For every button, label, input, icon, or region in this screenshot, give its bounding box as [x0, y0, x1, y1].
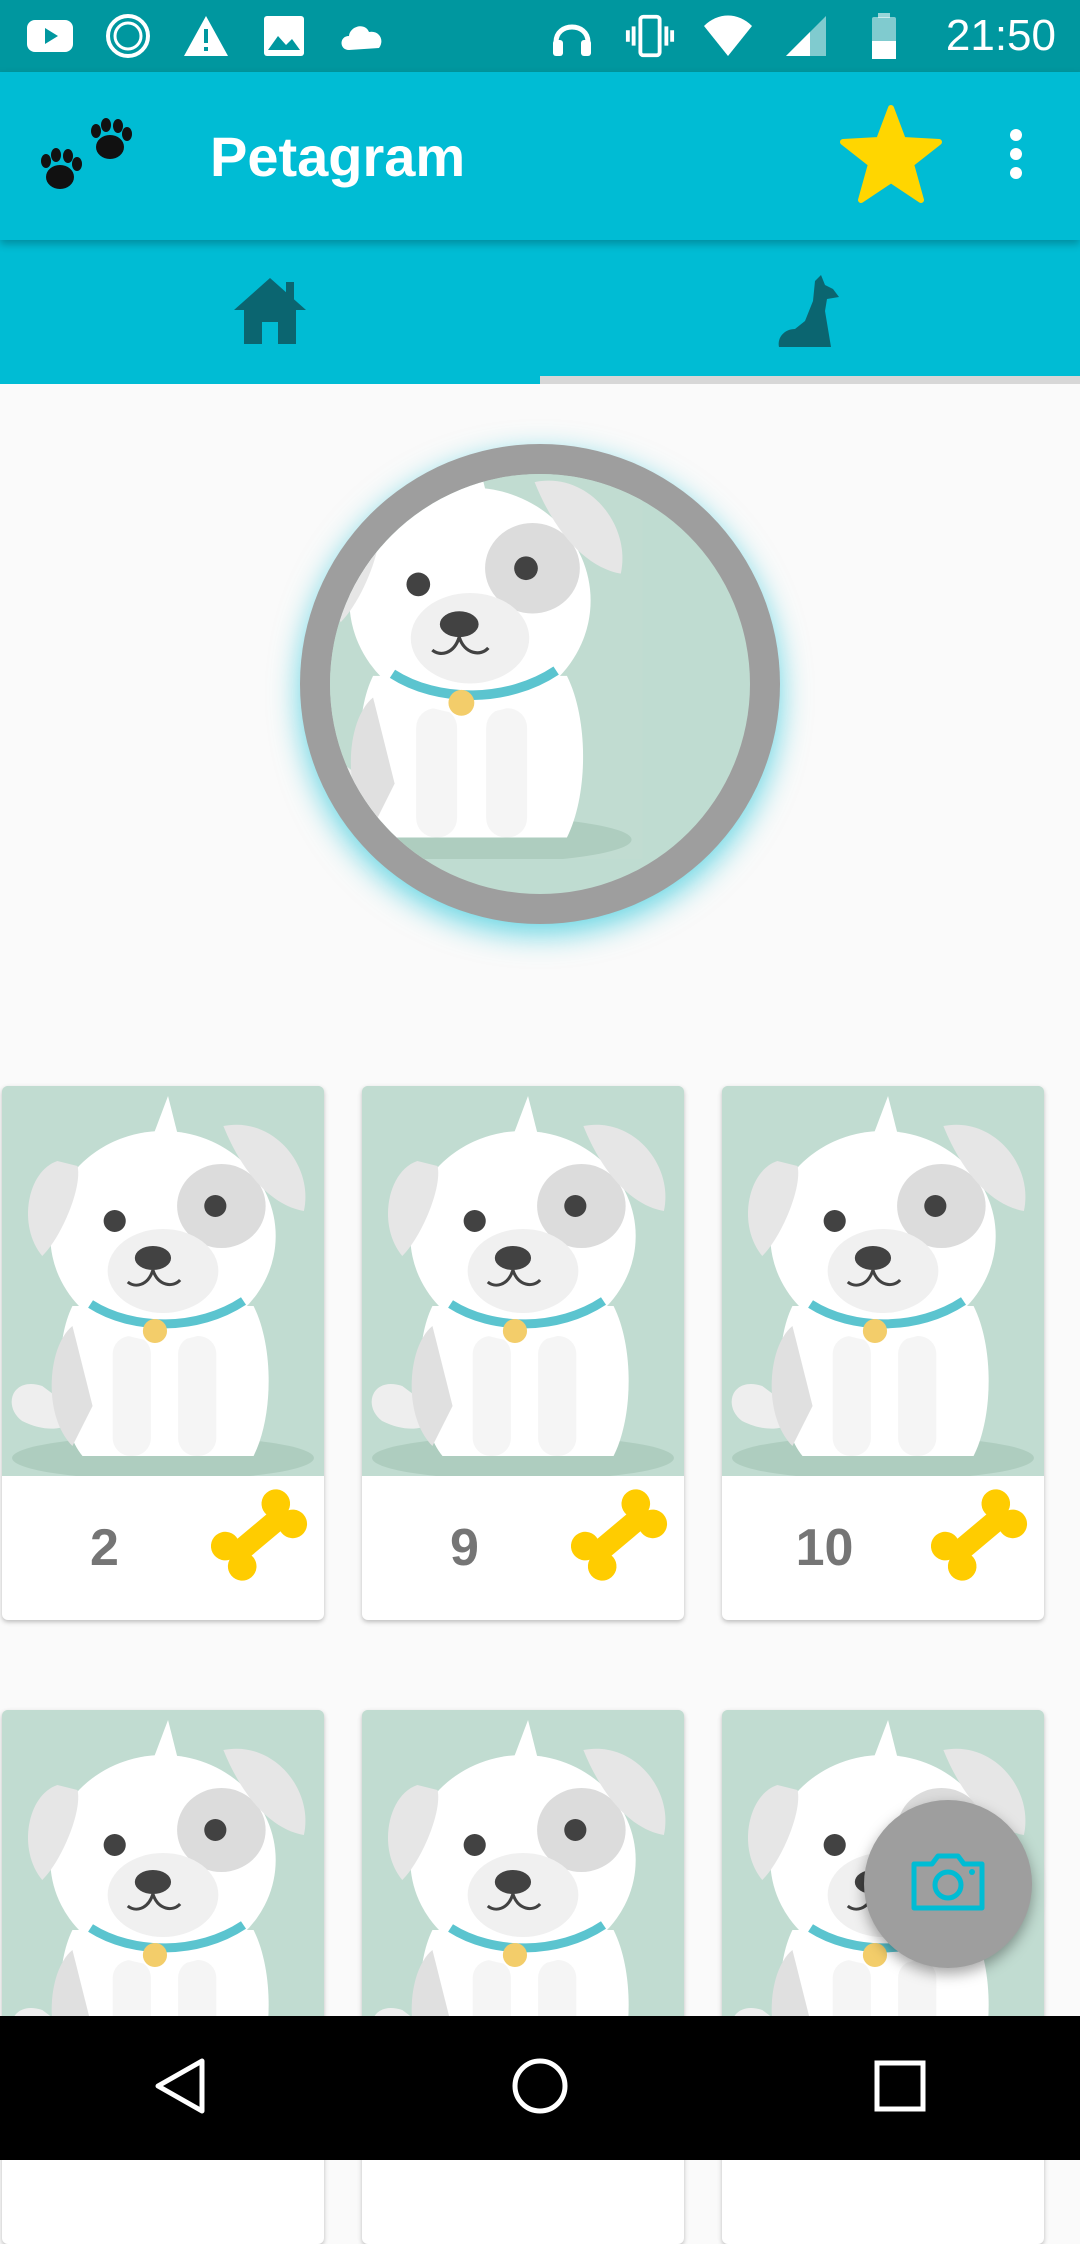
back-icon	[152, 2056, 208, 2121]
dog-icon	[775, 271, 845, 354]
vibrate-icon	[624, 10, 676, 62]
like-count: 9	[450, 1519, 479, 1577]
tab-pet-profile[interactable]	[540, 240, 1080, 384]
bone-icon[interactable]	[564, 1480, 674, 1590]
favorites-button[interactable]	[836, 101, 946, 211]
pet-photo-card[interactable]: 10	[722, 1086, 1044, 1620]
pet-photo-card[interactable]	[722, 1710, 1044, 2244]
cloud-icon	[336, 10, 388, 62]
back-button[interactable]	[120, 2028, 240, 2148]
warning-icon	[180, 10, 232, 62]
camera-fab-button[interactable]	[864, 1800, 1032, 1968]
image-icon	[258, 10, 310, 62]
camera-icon	[908, 1850, 988, 1919]
more-vert-icon	[1008, 128, 1024, 185]
pet-photo-card[interactable]	[362, 1710, 684, 2244]
card-footer: 9	[362, 1476, 684, 1620]
wifi-icon	[702, 10, 754, 62]
puppy-avatar	[330, 474, 750, 894]
youtube-icon	[24, 10, 76, 62]
pet-photo	[362, 1086, 684, 1476]
home-button[interactable]	[480, 2028, 600, 2148]
pet-photo-card[interactable]: 9	[362, 1086, 684, 1620]
card-footer: 10	[722, 1476, 1044, 1620]
card-footer: 2	[2, 1476, 324, 1620]
system-nav-bar	[0, 2016, 1080, 2160]
headphones-icon	[546, 10, 598, 62]
like-count: 10	[795, 1519, 854, 1577]
pet-photo-card[interactable]	[2, 1710, 324, 2244]
pet-photo	[2, 1086, 324, 1476]
status-bar-system: 21:50	[546, 10, 1056, 62]
status-bar-notifications	[24, 10, 388, 62]
tab-home[interactable]	[0, 240, 540, 384]
signal-icon	[780, 10, 832, 62]
home-icon	[232, 274, 308, 351]
status-bar: 21:50	[0, 0, 1080, 72]
battery-icon	[858, 10, 910, 62]
profile-photo	[330, 474, 750, 894]
star-icon	[839, 104, 943, 209]
sync-icon	[102, 10, 154, 62]
bone-icon[interactable]	[204, 1480, 314, 1590]
recents-button[interactable]	[840, 2028, 960, 2148]
profile-photo-frame	[300, 444, 780, 924]
recents-icon	[873, 2059, 927, 2118]
app-bar: Petagram	[0, 72, 1080, 240]
status-bar-time: 21:50	[945, 11, 1056, 60]
app-title: Petagram	[210, 124, 466, 188]
like-count: 2	[90, 1519, 119, 1577]
pet-photo-card[interactable]: 2	[2, 1086, 324, 1620]
home-circle-icon	[510, 2056, 570, 2121]
bone-icon[interactable]	[924, 1480, 1034, 1590]
overflow-menu-button[interactable]	[986, 101, 1046, 211]
tab-bar	[0, 240, 1080, 384]
pet-photo	[722, 1086, 1044, 1476]
paw-prints-icon	[34, 111, 144, 201]
